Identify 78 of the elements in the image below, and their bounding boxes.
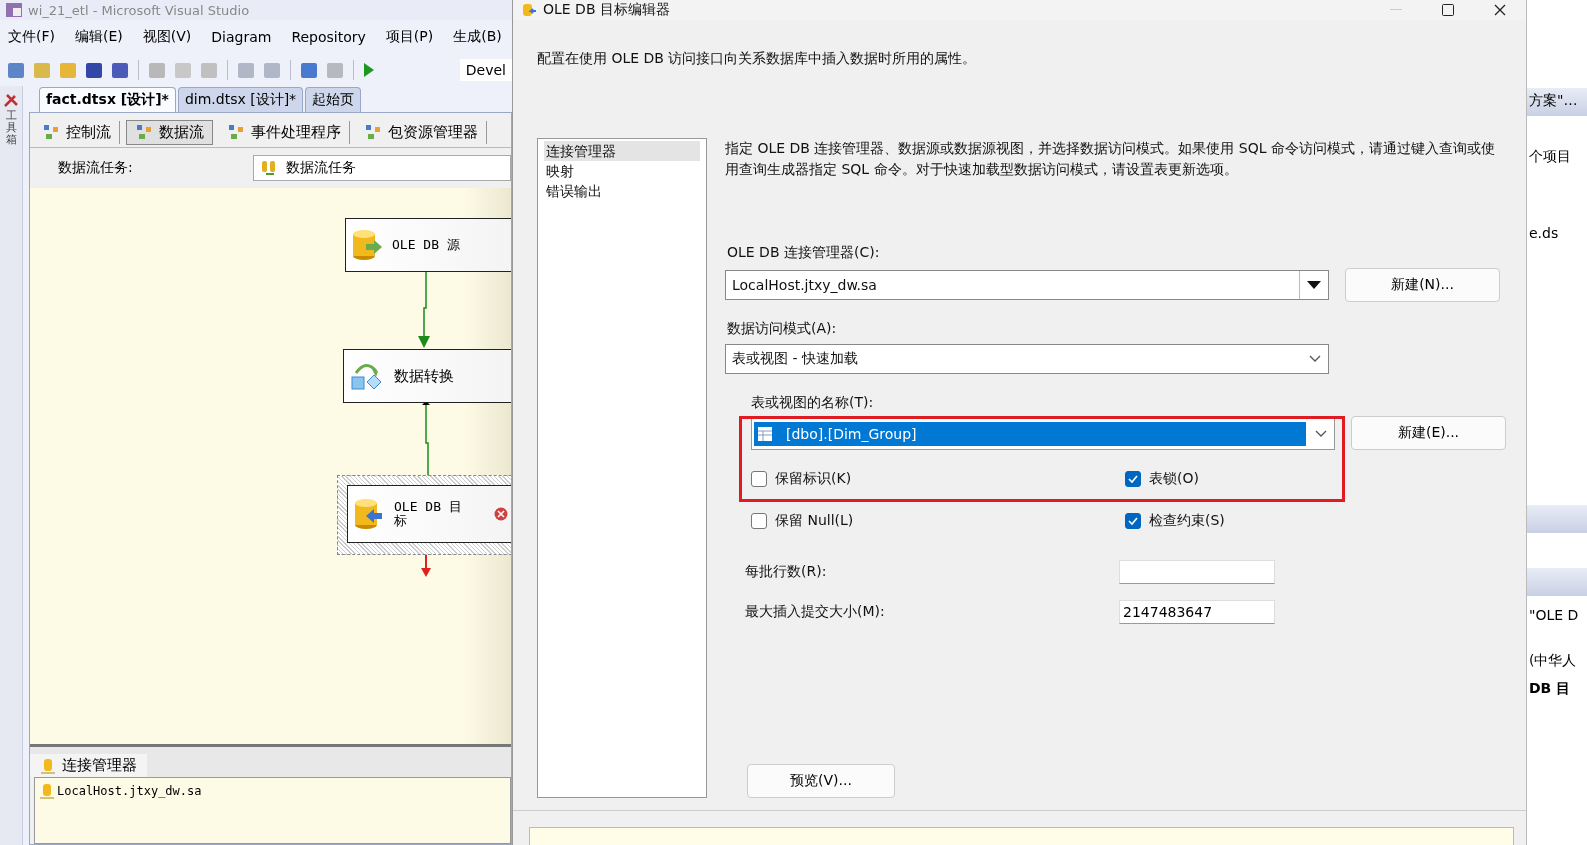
preview-button[interactable]: 预览(V)... [747,764,895,798]
connection-combo[interactable]: LocalHost.jtxy_dw.sa [725,270,1329,300]
checkbox-label: 保留标识(K) [775,470,852,488]
input-field[interactable]: 2147483647 [1119,600,1275,624]
input-field[interactable] [1119,560,1275,584]
document-tab[interactable]: dim.dtsx [设计]* [177,87,304,112]
checkbox[interactable] [1125,471,1141,487]
document-tab[interactable]: fact.dtsx [设计]* [39,87,176,112]
component-node[interactable]: OLE DB 源 [345,218,511,272]
chevron-down-icon[interactable] [1308,354,1322,364]
new-button[interactable]: 新建(E)... [1351,416,1506,450]
page-list-item[interactable]: 错误输出 [544,181,700,201]
tools-icon[interactable] [3,92,19,108]
designer-tab[interactable]: 数据流 [126,119,213,145]
maximize-icon[interactable] [1442,4,1454,16]
task-combo[interactable]: 数据流任务 [252,155,511,181]
table-combo[interactable]: [dbo].[Dim_Group] [751,418,1335,450]
connection-managers-tab[interactable]: 连接管理器 [30,754,147,777]
component-node[interactable]: 数据转换 [343,349,511,403]
panel-header: 方案"… [1527,88,1587,116]
field-label: OLE DB 连接管理器(C): [727,244,880,260]
access-mode-combo[interactable]: 表或视图 - 快速加载 [725,344,1329,374]
checkbox[interactable] [1125,513,1141,529]
panel-text: 个项目 [1529,148,1571,166]
designer-tab[interactable]: 事件处理程序 [219,120,350,144]
app-icon [6,3,22,17]
data-flow-icon [135,123,153,141]
window-title: wi_21_etl - Microsoft Visual Studio [28,2,250,18]
node-label: OLE DB 目标 [394,500,463,528]
dropdown-arrow-icon[interactable] [1307,281,1321,289]
new-button[interactable]: 新建(N)... [1345,268,1500,302]
menu-item[interactable]: 编辑(E) [75,28,123,46]
panel-text: (中华人 [1529,652,1577,670]
configuration-combo[interactable]: Devel [459,59,512,81]
menu-item[interactable]: 项目(P) [385,28,434,46]
field-label: 每批行数(R): [745,563,828,581]
node-label: 数据转换 [394,366,454,386]
database-icon [39,782,55,800]
page-list-item[interactable]: 连接管理器 [544,141,700,161]
node-label: OLE DB 源 [392,236,460,254]
checkbox[interactable] [751,513,767,529]
menu-item[interactable]: 视图(V) [142,28,192,46]
database-icon [40,756,56,775]
dialog-description: 配置在使用 OLE DB 访问接口向关系数据库中插入数据时所用的属性。 [537,50,977,66]
data-flow-icon [259,159,278,177]
table-icon [758,427,772,441]
menu-item[interactable]: Diagram [211,29,272,45]
field-label: 最大插入提交大小(M): [745,603,886,621]
page-list-item[interactable]: 映射 [544,161,700,181]
field-label: 数据流任务: [58,159,133,177]
menu-item[interactable]: Repository [291,29,366,45]
checkbox-label: 检查约束(S) [1149,512,1225,530]
close-icon[interactable] [1494,4,1506,16]
checkbox-label: 表锁(O) [1149,470,1199,488]
panel-text: DB 目 [1529,680,1571,698]
menu-item[interactable]: 生成(B) [453,28,502,46]
field-label: 数据访问模式(A): [727,320,837,336]
document-tab[interactable]: 起始页 [305,87,362,112]
field-label: 表或视图的名称(T): [751,394,874,410]
designer-tab[interactable]: 控制流 [34,120,120,144]
selected-value: [dbo].[Dim_Group] [754,422,1306,446]
designer-tab[interactable]: 包资源管理器 [356,120,487,144]
database-icon [521,2,537,18]
page-description: 指定 OLE DB 连接管理器、数据源或数据源视图，并选择数据访问模式。如果使用 SQL 命令访问模式，请通过键入查询或使用查询生成器指定 SQL 命令。对于快速加载型数据访问模式，请设置表更新选项。 [725,139,1495,179]
toolbox-tab[interactable]: 工具箱 [5,110,17,147]
checkbox[interactable] [751,471,767,487]
panel-text: "OLE D [1529,607,1579,623]
checkbox-label: 保留 Null(L) [775,512,854,530]
database-icon [354,497,384,531]
menu-item[interactable]: 文件(F) [8,28,55,46]
dialog-title: OLE DB 目标编辑器 [543,1,670,19]
panel-header [1527,505,1587,533]
start-icon[interactable] [364,63,374,77]
component-node[interactable]: OLE DB 目标 [347,485,511,543]
panel-text: e.ds [1529,225,1559,241]
panel-header [1527,568,1587,596]
database-icon [352,228,382,262]
chevron-down-icon[interactable] [1314,429,1328,439]
